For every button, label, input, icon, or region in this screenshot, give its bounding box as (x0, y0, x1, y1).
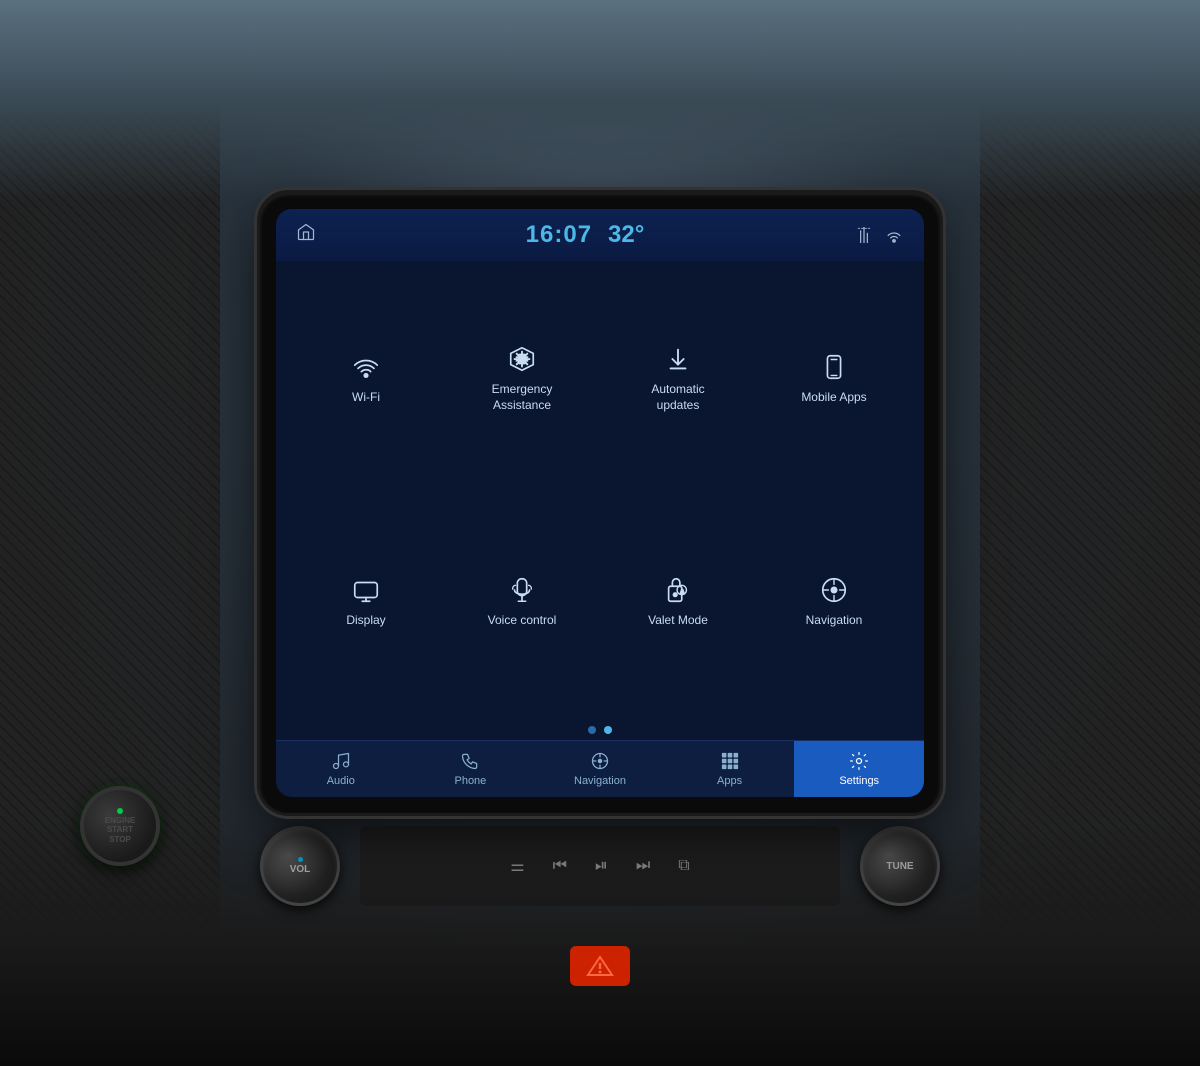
nav-settings[interactable]: Settings (794, 741, 924, 797)
time-display: 16:07 (526, 221, 592, 249)
header-bar: 16:07 32° (276, 209, 924, 261)
vol-power-dot (298, 857, 303, 862)
eq-button[interactable]: ⚌ (504, 852, 530, 880)
emergency-icon (507, 344, 537, 374)
settings-nav-label: Settings (839, 775, 879, 787)
navigation-grid-icon (819, 575, 849, 605)
engine-indicator-dot (117, 808, 123, 814)
vol-label: VOL (290, 864, 311, 875)
mobile-apps-button[interactable]: Mobile Apps (760, 271, 908, 487)
nav-icon (590, 751, 610, 771)
media-controls: ⚌ ⏮ ⏯ ⏭ ⧉ (360, 826, 840, 906)
navigation-nav-label: Navigation (574, 775, 626, 787)
header-right (854, 225, 904, 245)
engine-label-line2: START (107, 825, 133, 835)
nav-navigation[interactable]: Navigation (535, 741, 665, 797)
engine-label-line1: ENGINE (105, 816, 136, 826)
bottom-navigation-bar: Audio Phone Navigation (276, 740, 924, 797)
svg-text:A: A (680, 589, 685, 596)
navigation-grid-label: Navigation (806, 613, 863, 629)
prev-button[interactable]: ⏮ (547, 853, 573, 879)
display-icon (351, 575, 381, 605)
phone-nav-label: Phone (454, 775, 486, 787)
tune-label: TUNE (886, 861, 913, 872)
home-icon[interactable] (296, 222, 316, 248)
infotainment-screen-housing: 16:07 32° (260, 193, 940, 813)
engine-label-line3: STOP (109, 835, 131, 845)
emergency-assistance-button[interactable]: EmergencyAssistance (448, 271, 596, 487)
wifi-button[interactable]: Wi-Fi (292, 271, 440, 487)
screen-button[interactable]: ⧉ (672, 853, 695, 879)
physical-controls-area: VOL ⚌ ⏮ ⏯ ⏭ ⧉ TUNE (260, 826, 940, 906)
updates-icon (663, 344, 693, 374)
page-dot-1[interactable] (588, 726, 596, 734)
header-left (296, 222, 316, 248)
voice-control-button[interactable]: Voice control (448, 495, 596, 711)
next-button[interactable]: ⏭ (630, 853, 656, 879)
nav-apps[interactable]: Apps (665, 741, 795, 797)
infotainment-screen: 16:07 32° (276, 209, 924, 797)
mobile-icon (819, 352, 849, 382)
page-dot-2[interactable] (604, 726, 612, 734)
tune-knob[interactable]: TUNE (860, 826, 940, 906)
updates-label: Automaticupdates (651, 382, 704, 413)
phone-icon (460, 751, 480, 771)
header-center: 16:07 32° (526, 221, 645, 249)
hazard-button[interactable] (570, 946, 630, 986)
valet-mode-button[interactable]: A Valet Mode (604, 495, 752, 711)
nav-phone[interactable]: Phone (406, 741, 536, 797)
wifi-header-icon (884, 225, 904, 245)
navigation-grid-button[interactable]: Navigation (760, 495, 908, 711)
valet-mode-label: Valet Mode (648, 613, 708, 629)
settings-grid: Wi-Fi EmergencyAssistance (276, 261, 924, 720)
settings-icon (849, 751, 869, 771)
display-button[interactable]: Display (292, 495, 440, 711)
wifi-icon (351, 352, 381, 382)
volume-knob[interactable]: VOL (260, 826, 340, 906)
apps-icon (720, 751, 740, 771)
apps-nav-label: Apps (717, 775, 742, 787)
audio-icon (331, 751, 351, 771)
signal-icon (854, 225, 874, 245)
nav-audio[interactable]: Audio (276, 741, 406, 797)
play-pause-button[interactable]: ⏯ (589, 853, 614, 879)
voice-control-label: Voice control (488, 613, 557, 629)
temperature-display: 32° (608, 221, 644, 249)
page-indicator (276, 720, 924, 740)
mobile-apps-label: Mobile Apps (801, 390, 866, 406)
automatic-updates-button[interactable]: Automaticupdates (604, 271, 752, 487)
emergency-label: EmergencyAssistance (492, 382, 553, 413)
audio-nav-label: Audio (327, 775, 355, 787)
display-label: Display (346, 613, 385, 629)
voice-icon (507, 575, 537, 605)
dashboard-top-area (0, 0, 1200, 200)
wifi-label: Wi-Fi (352, 390, 380, 406)
hazard-icon (585, 954, 615, 978)
engine-start-stop-button[interactable]: ENGINE START STOP (80, 786, 160, 866)
home-svg-icon (296, 222, 316, 242)
valet-icon: A (663, 575, 693, 605)
